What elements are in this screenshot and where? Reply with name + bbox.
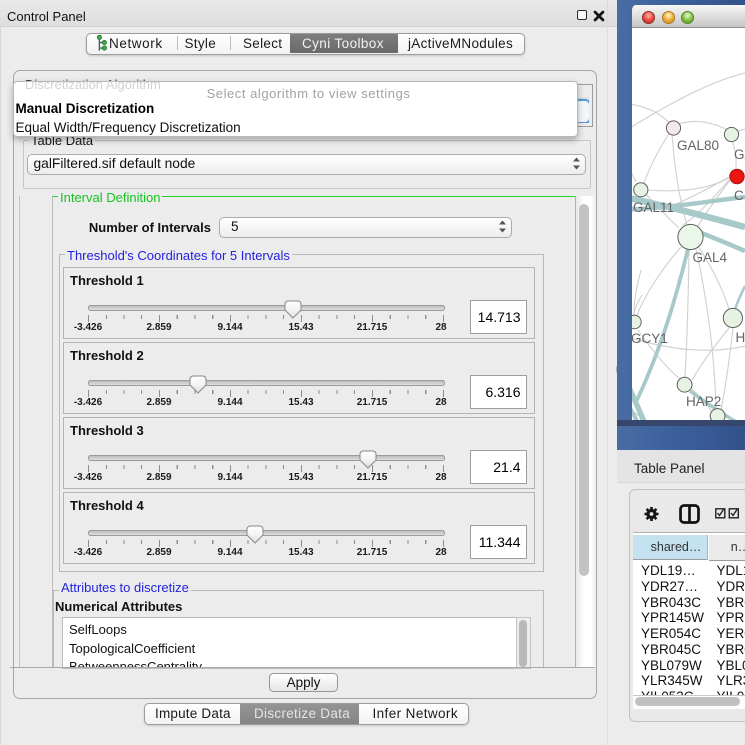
svg-text:HAP2: HAP2 [686, 394, 721, 409]
svg-text:GA: GA [734, 147, 745, 162]
svg-text:GAL11: GAL11 [633, 200, 674, 215]
svg-text:H: H [736, 330, 745, 345]
svg-text:C: C [734, 188, 744, 203]
svg-text:GCY1: GCY1 [632, 331, 668, 346]
svg-text:GAL4: GAL4 [693, 250, 728, 265]
svg-text:GAL80: GAL80 [677, 138, 719, 153]
